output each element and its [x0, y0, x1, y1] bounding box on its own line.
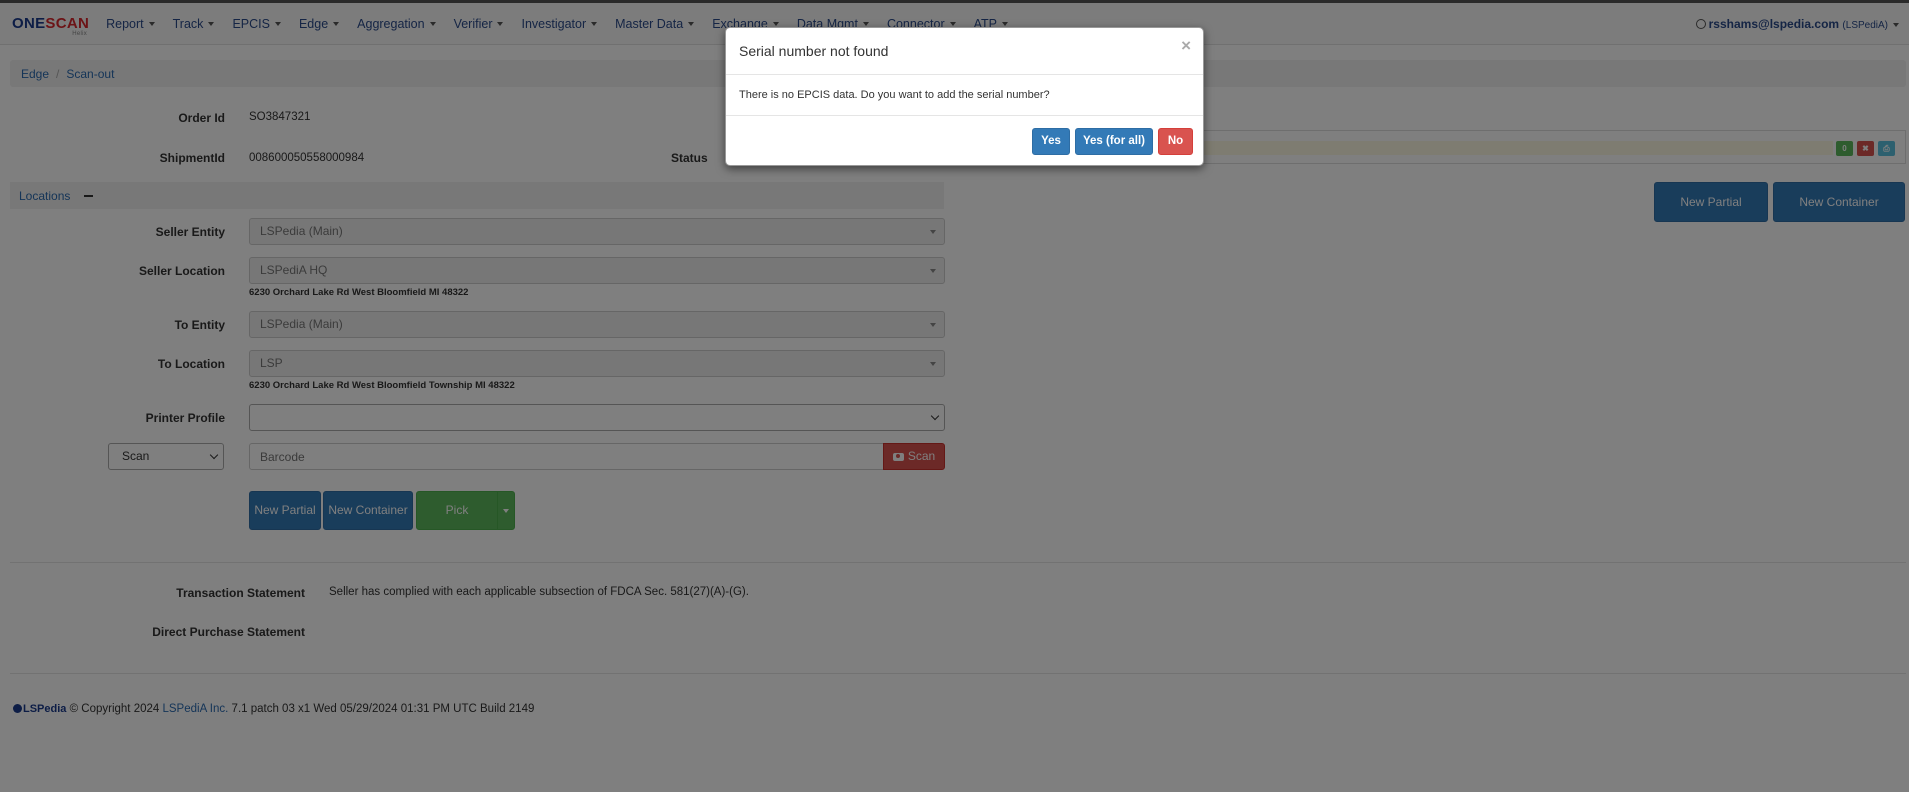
- yes-button[interactable]: Yes: [1032, 128, 1070, 155]
- close-icon[interactable]: ×: [1181, 36, 1191, 56]
- serial-not-found-modal: Serial number not found × There is no EP…: [725, 27, 1204, 166]
- modal-title: Serial number not found: [739, 43, 889, 59]
- modal-message: There is no EPCIS data. Do you want to a…: [739, 89, 1050, 101]
- yes-for-all-button[interactable]: Yes (for all): [1075, 128, 1153, 155]
- no-button[interactable]: No: [1158, 128, 1193, 155]
